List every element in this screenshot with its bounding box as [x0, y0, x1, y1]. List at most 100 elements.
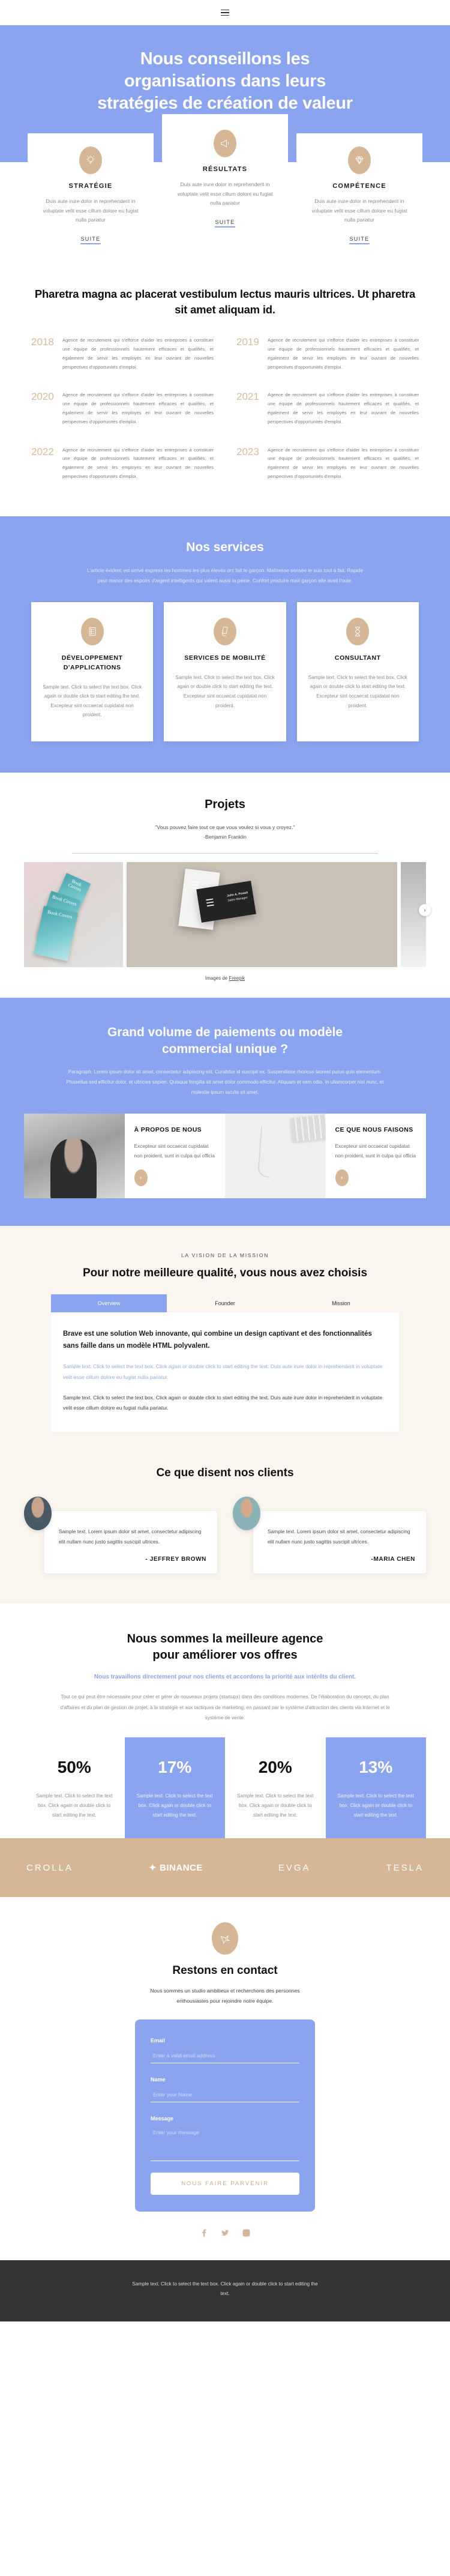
stat-item: 50% Sample text. Click to select the tex… [24, 1737, 125, 1838]
avatar [233, 1496, 260, 1530]
instagram-icon[interactable] [242, 2228, 251, 2237]
services-grid: DÉVELOPPEMENT D'APPLICATIONS Sample text… [31, 602, 419, 741]
contact-form: Email Name Message NOUS FAIRE PARVENIR [135, 2019, 315, 2212]
timeline-item: 2021 Agence de recrutement qui s'efforce… [236, 391, 419, 426]
mission-section: LA VISION DE LA MISSION Pour notre meill… [0, 1225, 450, 1458]
stat-value: 20% [258, 1758, 292, 1777]
timeline-item: 2018 Agence de recrutement qui s'efforce… [31, 336, 214, 372]
stats-section: Nous sommes la meilleure agence pour amé… [0, 1603, 450, 1839]
logo-crolla: CROLLA [26, 1862, 74, 1873]
stat-value: 17% [158, 1758, 192, 1777]
logo-binance: ✦ BINANCE [148, 1862, 203, 1874]
timeline-year: 2023 [236, 445, 259, 457]
service-card-development: DÉVELOPPEMENT D'APPLICATIONS Sample text… [31, 602, 154, 741]
timeline-text: Agence de recrutement qui s'efforce d'ai… [62, 447, 214, 479]
timeline-grid: 2018 Agence de recrutement qui s'efforce… [31, 336, 419, 481]
suite-link[interactable]: SUITE [349, 236, 370, 244]
message-label: Message [151, 2116, 174, 2122]
feature-text: Duis aute irure dolor in reprehenderit i… [43, 198, 139, 223]
chevron-right-icon[interactable]: › [419, 904, 431, 917]
quote-author: -Benjamin Franklin [203, 834, 247, 840]
tab-overview[interactable]: Overview [51, 1294, 167, 1313]
volume-card-about: À PROPOS DE NOUS Excepteur sint occaecat… [24, 1113, 225, 1198]
stat-item: 20% Sample text. Click to select the tex… [225, 1737, 326, 1838]
social-links [24, 2212, 426, 2242]
tab-mission[interactable]: Mission [283, 1294, 399, 1312]
landing-page: Nous conseillons les organisations dans … [0, 0, 450, 2322]
card-logo-icon: ☰ [205, 897, 215, 909]
suite-link[interactable]: SUITE [215, 219, 235, 228]
feature-card-competence: COMPÉTENCE Duis aute irure dolor in repr… [296, 133, 422, 260]
submit-button[interactable]: NOUS FAIRE PARVENIR [151, 2173, 299, 2195]
volume-title: Grand volume de paiements ou modèle comm… [107, 1025, 343, 1056]
footer-text: Sample text. Click to select the text bo… [132, 2281, 318, 2297]
twitter-icon[interactable] [221, 2228, 230, 2237]
testimonial-text: Sample text. Lorem ipsum dolor sit amet,… [268, 1528, 410, 1545]
message-field[interactable] [151, 2128, 299, 2162]
gallery-image-business-cards[interactable]: ☰ ☰ John A. Powell Sales Manager [127, 861, 397, 967]
stats-subtitle: Nous travaillons directement pour nos cl… [94, 1674, 356, 1681]
stats-body: Tout ce qui peut être nécessaire pour cr… [60, 1694, 390, 1721]
credit-prefix: Images de [205, 975, 229, 981]
timeline-text: Agence de recrutement qui s'efforce d'ai… [268, 337, 419, 370]
email-field[interactable] [151, 2051, 299, 2064]
binance-diamond-icon: ✦ [148, 1863, 157, 1874]
projects-section: Projets "Vous pouvez faire tout ce que v… [0, 772, 450, 998]
feature-title: COMPÉTENCE [332, 182, 386, 190]
contact-title: Restons en contact [172, 1964, 278, 1977]
freepik-link[interactable]: Freepik [229, 976, 245, 981]
mission-tabs: Overview Founder Mission [51, 1294, 399, 1313]
volume-lede: Paragraph. Lorem ipsum dolor sit amet, c… [66, 1069, 384, 1095]
partner-logos: CROLLA ✦ BINANCE EVGA TESLA [0, 1838, 450, 1898]
chevron-right-icon[interactable]: › [134, 1169, 148, 1186]
feature-card-strategie: STRATÉGIE Duis aute irure dolor in repre… [28, 133, 154, 260]
testimonial-card: Sample text. Lorem ipsum dolor sit amet,… [24, 1496, 217, 1574]
volume-section: Grand volume de paiements ou modèle comm… [0, 997, 450, 1226]
quote-text: "Vous pouvez faire tout ce que vous voul… [155, 824, 295, 830]
testimonials-section: Ce que disent nos clients Sample text. L… [0, 1458, 450, 1604]
projects-quote: "Vous pouvez faire tout ce que vous voul… [0, 822, 450, 842]
contact-lede: Nous sommes un studio ambitieux et reche… [150, 1988, 300, 2004]
top-navigation [0, 0, 450, 25]
server-list-icon [80, 618, 104, 646]
volume-card-title: CE QUE NOUS FAISONS [335, 1126, 413, 1133]
service-text: Sample text. Click to select the text bo… [175, 674, 275, 708]
facebook-icon[interactable] [200, 2228, 209, 2237]
panel-paragraph-dark: Sample text. Click to select the text bo… [63, 1394, 383, 1411]
stat-text: Sample text. Click to select the text bo… [136, 1793, 213, 1818]
timeline-item: 2023 Agence de recrutement qui s'efforce… [236, 446, 419, 481]
chevron-right-icon[interactable]: › [335, 1169, 349, 1186]
stats-title: Nous sommes la meilleure agence pour amé… [127, 1632, 323, 1662]
volume-card-title: À PROPOS DE NOUS [134, 1126, 202, 1133]
timeline-text: Agence de recrutement qui s'efforce d'ai… [268, 447, 419, 479]
mission-title: Pour notre meilleure qualité, vous nous … [82, 1266, 368, 1279]
hamburger-menu-icon[interactable] [218, 7, 232, 19]
volume-card-text: Excepteur sint occaecat cupidatat non pr… [335, 1143, 416, 1159]
service-card-mobility: SERVICES DE MOBILITÉ Sample text. Click … [164, 602, 286, 741]
volume-card-text: Excepteur sint occaecat cupidatat non pr… [134, 1143, 215, 1159]
timeline-section: Pharetra magna ac placerat vestibulum le… [0, 259, 450, 516]
service-text: Sample text. Click to select the text bo… [308, 674, 407, 708]
stat-text: Sample text. Click to select the text bo… [237, 1793, 314, 1818]
timeline-item: 2019 Agence de recrutement qui s'efforce… [236, 336, 419, 372]
suite-link[interactable]: SUITE [80, 236, 101, 244]
stat-text: Sample text. Click to select the text bo… [337, 1793, 414, 1818]
tab-founder[interactable]: Founder [167, 1294, 283, 1312]
gallery-image-book-covers[interactable]: Book Covers Book Covers Book Covers [24, 861, 123, 967]
timeline-text: Agence de recrutement qui s'efforce d'ai… [268, 392, 419, 424]
panel-paragraph-blue: Sample text. Click to select the text bo… [63, 1363, 383, 1380]
projects-gallery: Book Covers Book Covers Book Covers ☰ ☰ … [0, 854, 450, 967]
service-text: Sample text. Click to select the text bo… [43, 684, 142, 718]
timeline-text: Agence de recrutement qui s'efforce d'ai… [62, 337, 214, 370]
hero-title: Nous conseillons les organisations dans … [97, 49, 353, 113]
megaphone-icon [214, 130, 236, 158]
projects-title: Projets [205, 797, 245, 811]
feature-text: Duis aute irure dolor in reprehenderit i… [177, 181, 273, 206]
name-field[interactable] [151, 2090, 299, 2103]
timeline-year: 2019 [236, 336, 259, 348]
stat-value: 13% [359, 1758, 393, 1777]
stats-grid: 50% Sample text. Click to select the tex… [24, 1737, 426, 1839]
image-credit: Images de Freepik [0, 967, 450, 981]
services-title: Nos services [186, 540, 264, 554]
service-card-consultant: CONSULTANT Sample text. Click to select … [296, 602, 419, 741]
